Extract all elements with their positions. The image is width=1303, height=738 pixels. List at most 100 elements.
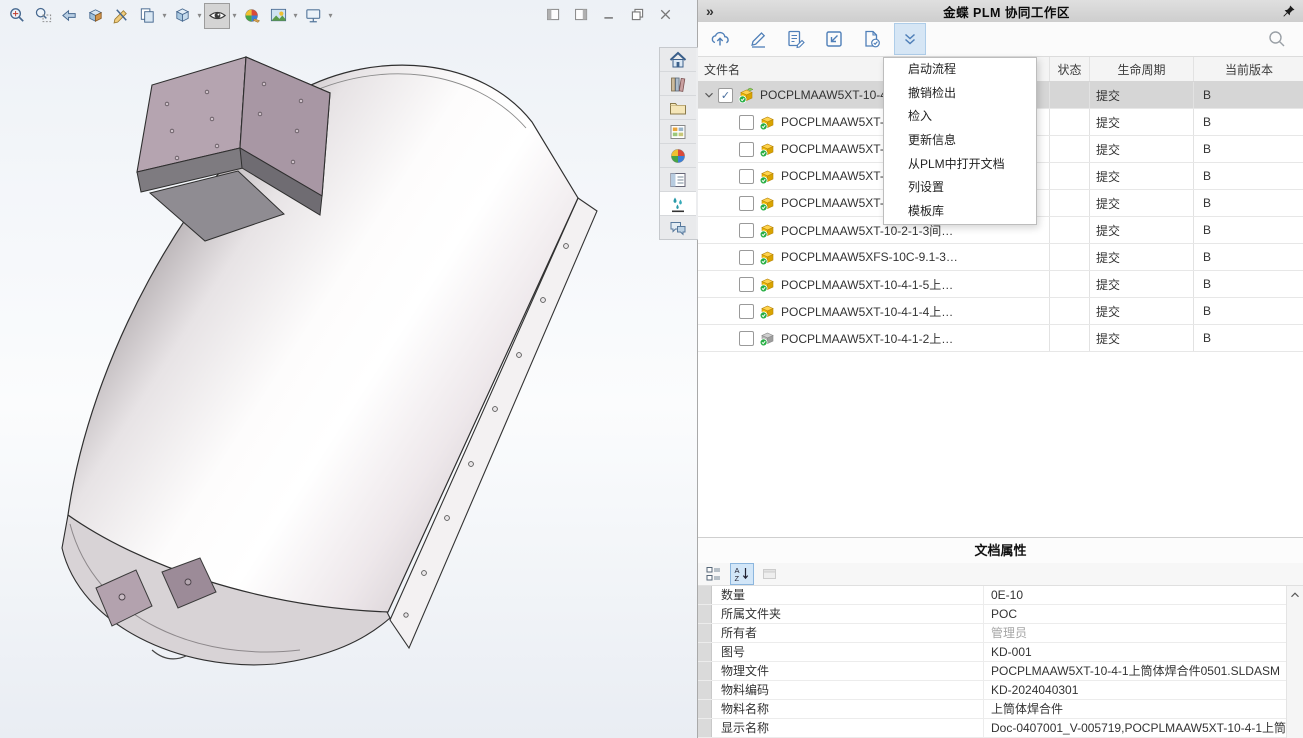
panel-collapse-button[interactable]: »	[698, 3, 740, 19]
zoom-to-fit-button[interactable]	[4, 3, 30, 29]
check-in-button[interactable]	[818, 23, 850, 55]
file-name: POCPLMAAW5XT-10-4-	[760, 88, 891, 102]
3d-model-sheet-metal-shell[interactable]	[0, 0, 697, 738]
column-header-1[interactable]: 状态	[1049, 57, 1089, 81]
previous-view-button[interactable]	[56, 3, 82, 29]
row-checkbox[interactable]	[739, 115, 754, 130]
properties-grid: 数量0E-10所属文件夹POC所有者管理员图号KD-001物理文件POCPLMA…	[698, 586, 1286, 738]
plm-toolbar	[698, 22, 1303, 56]
display-style-button[interactable]	[134, 3, 160, 29]
menu-item-1[interactable]: 撤销检出	[884, 82, 1036, 106]
row-checkbox[interactable]	[739, 277, 754, 292]
close-button[interactable]	[655, 4, 676, 24]
svg-text:Z: Z	[735, 574, 740, 583]
menu-item-5[interactable]: 列设置	[884, 176, 1036, 200]
minimize-button[interactable]	[599, 4, 620, 24]
version-cell: B	[1193, 325, 1303, 351]
menu-item-3[interactable]: 更新信息	[884, 129, 1036, 153]
row-gutter	[698, 586, 712, 604]
task-tab-design-library[interactable]	[660, 72, 696, 96]
row-gutter	[698, 700, 712, 718]
property-row[interactable]: 数量0E-10	[698, 586, 1286, 605]
menu-item-6[interactable]: 模板库	[884, 200, 1036, 224]
version-cell: B	[1193, 217, 1303, 243]
tree-expand-icon[interactable]	[702, 88, 717, 102]
restore-button[interactable]	[627, 4, 648, 24]
more-actions-button[interactable]	[894, 23, 926, 55]
task-tab-plm-workspace[interactable]	[660, 192, 696, 216]
categorized-button[interactable]	[702, 563, 726, 585]
property-row[interactable]: 所有者管理员	[698, 624, 1286, 643]
task-tab-file-explorer[interactable]	[660, 96, 696, 120]
chevron-down-icon[interactable]: ▾	[326, 11, 335, 20]
row-checkbox[interactable]	[718, 88, 733, 103]
apply-scene-button[interactable]	[265, 3, 291, 29]
table-row[interactable]: POCPLMAAW5XT-10-4-1-4上…提交B	[698, 298, 1303, 325]
section-view-button[interactable]	[82, 3, 108, 29]
task-tab-appearances-scenes[interactable]	[660, 144, 696, 168]
task-tab-view-palette[interactable]	[660, 120, 696, 144]
menu-item-4[interactable]: 从PLM中打开文档	[884, 153, 1036, 177]
property-row[interactable]: 物料名称上筒体焊合件	[698, 700, 1286, 719]
chevron-down-icon[interactable]: ▾	[230, 11, 239, 20]
chevron-down-icon[interactable]: ▾	[160, 11, 169, 20]
hide-show-items-icon	[208, 6, 227, 25]
sort-alphabetical-button[interactable]: AZ	[730, 563, 754, 585]
search-icon[interactable]	[1267, 29, 1287, 49]
solidworks-resources-icon	[668, 50, 688, 70]
property-row[interactable]: 图号KD-001	[698, 643, 1286, 662]
annotation-view-button[interactable]	[108, 3, 134, 29]
menu-item-2[interactable]: 检入	[884, 105, 1036, 129]
view-orientation-button[interactable]	[169, 3, 195, 29]
property-row[interactable]: 显示名称Doc-0407001_V-005719,POCPLMAAW5XT-10…	[698, 719, 1286, 738]
column-header-2[interactable]: 生命周期	[1089, 57, 1193, 81]
row-checkbox[interactable]	[739, 250, 754, 265]
hide-show-items-button[interactable]	[204, 3, 230, 29]
property-label: 数量	[712, 586, 984, 604]
cad-viewport[interactable]: ▾ ▾ ▾ ▾ ▾	[0, 0, 697, 738]
checkout-edit-button[interactable]	[742, 23, 774, 55]
chevron-down-icon[interactable]: ▾	[291, 11, 300, 20]
zoom-to-area-button[interactable]	[30, 3, 56, 29]
row-checkbox[interactable]	[739, 304, 754, 319]
row-checkbox[interactable]	[739, 223, 754, 238]
task-tab-solidworks-forum[interactable]	[660, 216, 696, 239]
column-header-3[interactable]: 当前版本	[1193, 57, 1303, 81]
upload-button[interactable]	[704, 23, 736, 55]
pin-icon[interactable]	[1273, 4, 1303, 19]
chevron-down-icon[interactable]: ▾	[195, 11, 204, 20]
task-tab-custom-properties[interactable]	[660, 168, 696, 192]
property-row[interactable]: 物料编码KD-2024040301	[698, 681, 1286, 700]
version-cell: B	[1193, 163, 1303, 189]
table-row[interactable]: POCPLMAAW5XT-10-4-1-5上…提交B	[698, 271, 1303, 298]
row-checkbox[interactable]	[739, 196, 754, 211]
properties-scrollbar[interactable]	[1286, 586, 1303, 738]
part-file-icon	[759, 114, 776, 131]
chevron-up-icon[interactable]	[1287, 586, 1303, 603]
property-row[interactable]: 所属文件夹POC	[698, 605, 1286, 624]
apply-scene-icon	[269, 6, 288, 25]
view-settings-button[interactable]	[300, 3, 326, 29]
table-row[interactable]: POCPLMAAW5XFS-10C-9.1-3…提交B	[698, 244, 1303, 271]
pane-right-button[interactable]	[571, 4, 592, 24]
edit-document-button[interactable]	[780, 23, 812, 55]
view-palette-icon	[668, 122, 688, 142]
previous-view-icon	[60, 6, 79, 25]
table-row[interactable]: POCPLMAAW5XT-10-4-1-2上…提交B	[698, 325, 1303, 352]
row-checkbox[interactable]	[739, 169, 754, 184]
property-label: 物料名称	[712, 700, 984, 718]
property-row[interactable]: 物理文件POCPLMAAW5XT-10-4-1上筒体焊合件0501.SLDASM	[698, 662, 1286, 681]
pane-left-button[interactable]	[543, 4, 564, 24]
version-cell: B	[1193, 109, 1303, 135]
menu-item-0[interactable]: 启动流程	[884, 58, 1036, 82]
panel-title: 金蝶 PLM 协同工作区	[740, 2, 1273, 21]
document-check-button[interactable]	[856, 23, 888, 55]
part-file-icon	[759, 195, 776, 212]
row-checkbox[interactable]	[739, 331, 754, 346]
part-file-icon	[759, 222, 776, 239]
row-checkbox[interactable]	[739, 142, 754, 157]
file-name-cell: POCPLMAAW5XT-10-4-1-4上…	[698, 298, 1049, 324]
task-tab-solidworks-resources[interactable]	[660, 48, 696, 72]
edit-appearance-button[interactable]	[239, 3, 265, 29]
file-name: POCPLMAAW5XT-10-4-1-2上…	[781, 330, 953, 347]
